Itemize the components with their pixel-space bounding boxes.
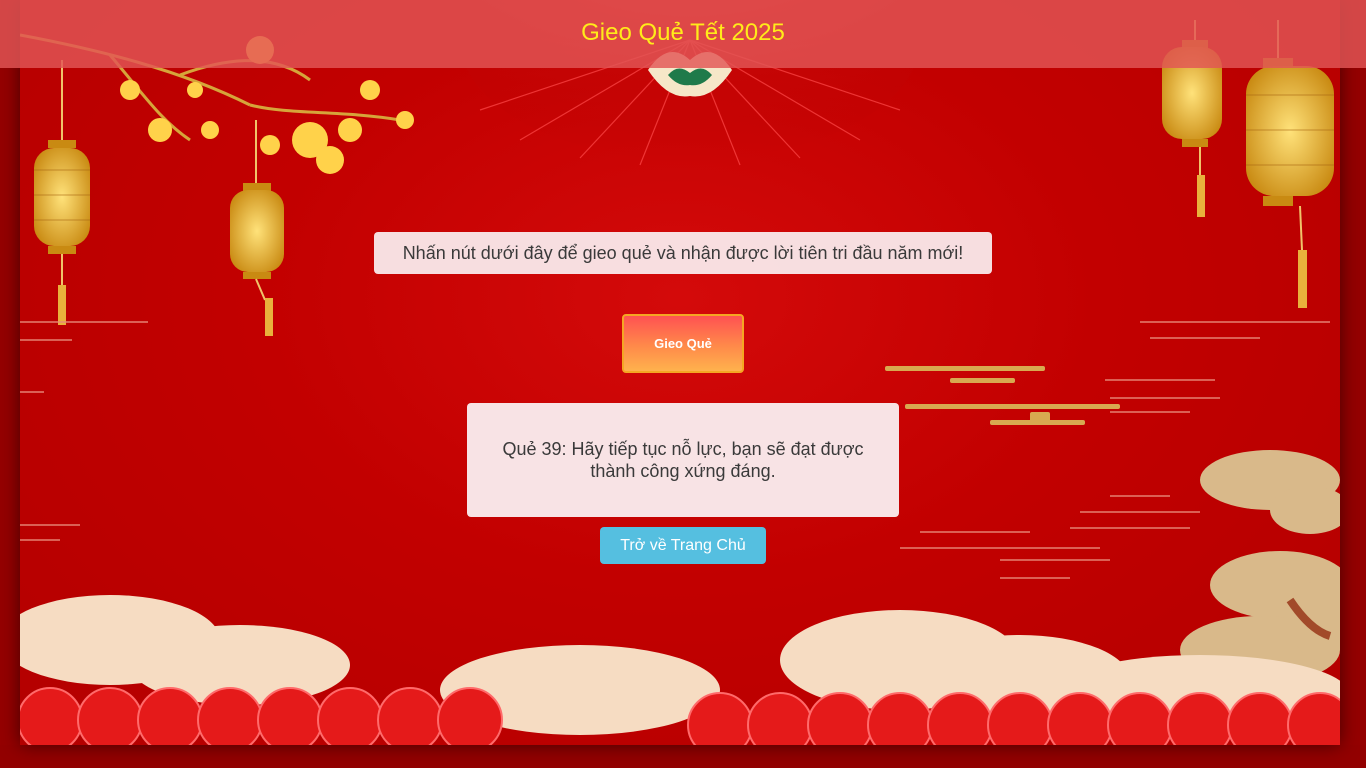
header-bar: Gieo Quẻ Tết 2025 — [0, 0, 1366, 68]
fortune-result-text: Quẻ 39: Hãy tiếp tục nỗ lực, bạn sẽ đạt … — [502, 439, 864, 481]
page-frame-bottom — [0, 745, 1366, 768]
back-home-button[interactable]: Trở về Trang Chủ — [600, 527, 766, 564]
page-frame-left — [0, 0, 20, 768]
bonsai-tree — [1180, 450, 1340, 684]
fortune-result-box: Quẻ 39: Hãy tiếp tục nỗ lực, bạn sẽ đạt … — [467, 403, 899, 517]
draw-fortune-button[interactable]: Gieo Quẻ — [622, 314, 744, 373]
gold-cloud-bars — [885, 366, 1120, 425]
lantern-left-1 — [34, 60, 90, 325]
instruction-text: Nhấn nút dưới đây để gieo quẻ và nhận đư… — [374, 232, 992, 274]
page-frame-right — [1340, 0, 1366, 768]
page-title: Gieo Quẻ Tết 2025 — [581, 19, 785, 46]
